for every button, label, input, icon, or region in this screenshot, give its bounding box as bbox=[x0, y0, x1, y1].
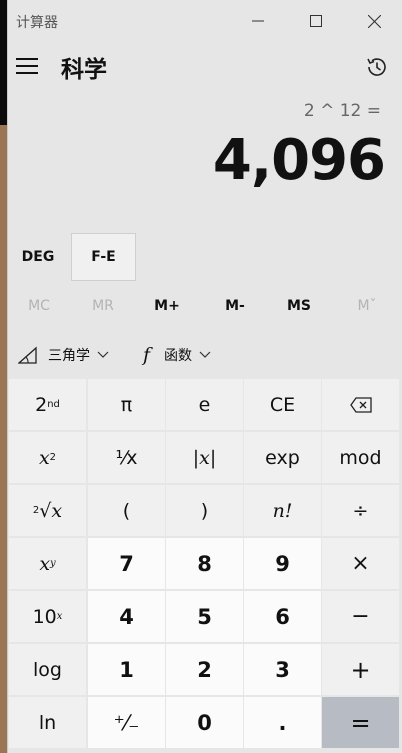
minimize-button[interactable] bbox=[229, 0, 287, 42]
triangle-icon bbox=[18, 346, 37, 364]
divide-button[interactable]: ÷ bbox=[322, 485, 399, 536]
close-icon bbox=[367, 14, 381, 28]
calculator-window: 计算器 科学 2 ^ 12 = 4,096 DEG F-E MC MR M+ M… bbox=[7, 0, 402, 753]
log-button[interactable]: log bbox=[9, 644, 86, 695]
memory-list-button[interactable]: Mˇ bbox=[336, 283, 398, 329]
digit-6-button[interactable]: 6 bbox=[244, 591, 321, 642]
minus-button[interactable]: − bbox=[322, 591, 399, 642]
digit-2-button[interactable]: 2 bbox=[166, 644, 243, 695]
exp-button[interactable]: exp bbox=[244, 432, 321, 483]
digit-4-button[interactable]: 4 bbox=[88, 591, 165, 642]
e-button[interactable]: e bbox=[166, 379, 243, 430]
function-icon: f bbox=[143, 343, 151, 366]
digit-9-button[interactable]: 9 bbox=[244, 538, 321, 589]
multiply-button[interactable]: × bbox=[322, 538, 399, 589]
factorial-button[interactable]: n! bbox=[244, 485, 321, 536]
trig-label: 三角学 bbox=[48, 347, 90, 364]
deg-button[interactable]: DEG bbox=[8, 233, 68, 280]
pi-button[interactable]: π bbox=[88, 379, 165, 430]
function-dropdown[interactable]: f 函数 bbox=[143, 332, 211, 377]
backspace-icon bbox=[349, 396, 372, 413]
mr-button[interactable]: MR bbox=[72, 283, 134, 329]
backspace-button[interactable] bbox=[322, 379, 399, 430]
fe-button[interactable]: F-E bbox=[71, 233, 136, 281]
digit-3-button[interactable]: 3 bbox=[244, 644, 321, 695]
negate-button[interactable]: ⁺⁄₋ bbox=[88, 697, 165, 748]
title-bar: 计算器 bbox=[8, 0, 402, 42]
minimize-icon bbox=[252, 20, 264, 22]
digit-8-button[interactable]: 8 bbox=[166, 538, 243, 589]
function-row: 三角学 f 函数 bbox=[8, 332, 402, 377]
trig-dropdown[interactable]: 三角学 bbox=[18, 332, 109, 377]
digit-0-button[interactable]: 0 bbox=[166, 697, 243, 748]
decimal-button[interactable]: . bbox=[244, 697, 321, 748]
ms-button[interactable]: MS bbox=[268, 283, 330, 329]
history-button[interactable] bbox=[364, 54, 390, 80]
mod-button[interactable]: mod bbox=[322, 432, 399, 483]
digit-5-button[interactable]: 5 bbox=[166, 591, 243, 642]
maximize-icon bbox=[310, 15, 322, 27]
right-paren-button[interactable]: ) bbox=[166, 485, 243, 536]
equals-button[interactable]: = bbox=[322, 697, 399, 748]
power-button[interactable]: xy bbox=[9, 538, 86, 589]
m-plus-button[interactable]: M+ bbox=[136, 283, 198, 329]
maximize-button[interactable] bbox=[287, 0, 345, 42]
square-button[interactable]: x2 bbox=[9, 432, 86, 483]
ten-power-button[interactable]: 10 x bbox=[9, 591, 86, 642]
chevron-down-icon bbox=[97, 351, 109, 358]
chevron-down-icon bbox=[199, 351, 211, 358]
ce-button[interactable]: CE bbox=[244, 379, 321, 430]
digit-1-button[interactable]: 1 bbox=[88, 644, 165, 695]
expression-display: 2 ^ 12 = bbox=[303, 101, 381, 121]
ln-button[interactable]: ln bbox=[9, 697, 86, 748]
keypad: 2nd π e CE x2 ¹⁄x |x| exp mod 2 √x ( ) n!… bbox=[8, 378, 402, 753]
result-display: 4,096 bbox=[212, 128, 386, 193]
mode-title: 科学 bbox=[61, 57, 107, 83]
second-function-button[interactable]: 2nd bbox=[9, 379, 86, 430]
memory-row: MC MR M+ M- MS Mˇ bbox=[8, 283, 402, 329]
menu-icon[interactable] bbox=[16, 58, 38, 74]
left-paren-button[interactable]: ( bbox=[88, 485, 165, 536]
digit-7-button[interactable]: 7 bbox=[88, 538, 165, 589]
app-title: 计算器 bbox=[16, 15, 58, 31]
history-icon bbox=[367, 58, 386, 76]
m-minus-button[interactable]: M- bbox=[204, 283, 266, 329]
function-label: 函数 bbox=[164, 347, 193, 364]
close-button[interactable] bbox=[345, 0, 402, 42]
mc-button[interactable]: MC bbox=[8, 283, 70, 329]
plus-button[interactable]: + bbox=[322, 644, 399, 695]
square-root-button[interactable]: 2 √x bbox=[9, 485, 86, 536]
angle-row: DEG F-E bbox=[8, 233, 402, 281]
reciprocal-button[interactable]: ¹⁄x bbox=[88, 432, 165, 483]
absolute-button[interactable]: |x| bbox=[166, 432, 243, 483]
